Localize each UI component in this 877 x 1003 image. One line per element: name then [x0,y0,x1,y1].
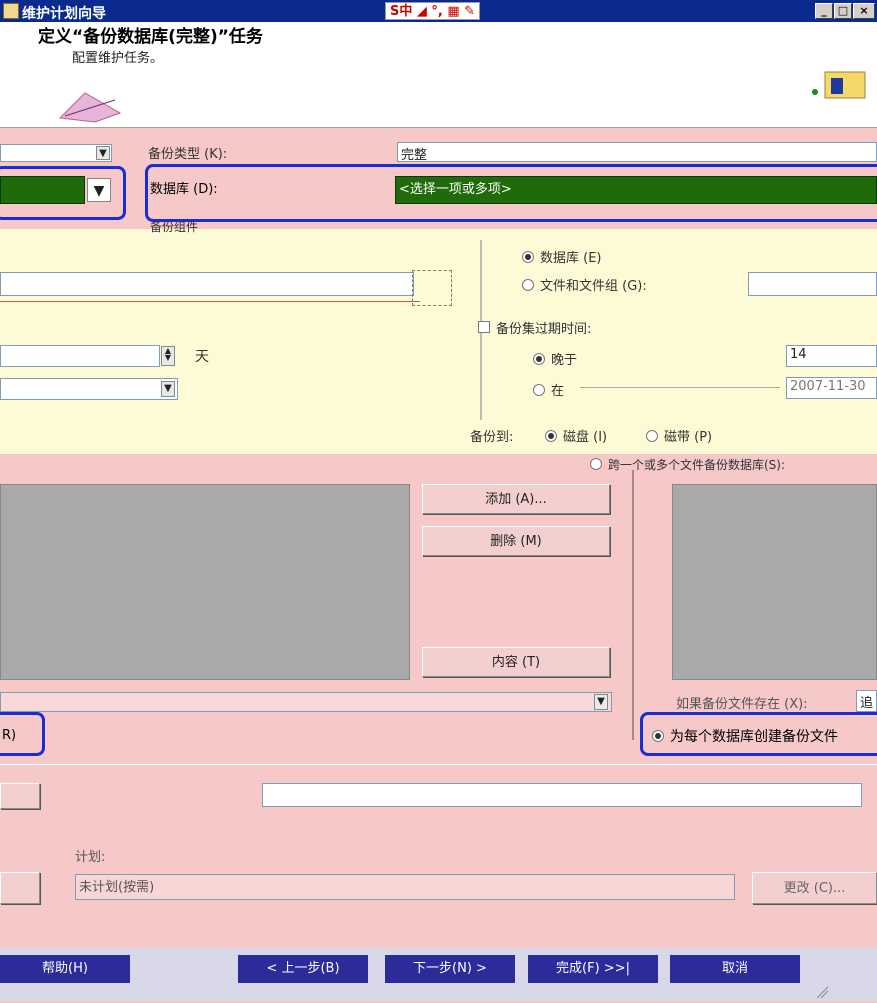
checkbox-icon [478,321,490,333]
browse-button[interactable] [412,270,452,306]
radio-icon [590,458,602,470]
group-divider [632,470,634,740]
radio-files-label: 文件和文件组 (G): [540,279,647,294]
cancel-button[interactable]: 取消 [670,955,800,983]
radio-icon [522,251,534,263]
help-button[interactable]: 帮助(H) [0,955,130,983]
radio-disk[interactable]: 磁盘 (I) [545,426,607,445]
report-path-field[interactable] [262,783,862,807]
schedule-field: 未计划(按需) [75,874,735,900]
radio-icon [545,430,557,442]
radio-on-date[interactable]: 在 [533,380,564,399]
span-radio[interactable]: 跨一个或多个文件备份数据库(S): [590,456,785,473]
backup-options-panel [0,229,877,454]
chevron-down-icon[interactable]: ▼ [594,694,608,710]
radio-database[interactable]: 数据库 (E) [522,247,602,266]
page-subtitle: 配置维护任务。 [72,51,164,66]
spinner-icon[interactable]: ▲ ▼ [161,346,175,366]
radio-database-label: 数据库 (E) [540,251,602,266]
later-than-field[interactable]: 14 [786,345,877,367]
resize-grip-icon[interactable] [815,985,829,999]
remove-button[interactable]: 删除 (M) [422,526,610,556]
finish-button[interactable]: 完成(F) >>| [528,955,658,983]
disk-label: 磁盘 (I) [563,430,608,445]
divider [0,301,420,302]
database-field[interactable]: <选择一项或多项> [395,176,877,204]
create-per-db-radio[interactable]: 为每个数据库创建备份文件 [652,726,838,746]
backup-component-label: 备份组件 [150,220,199,234]
close-button[interactable]: × [853,3,875,19]
ime-toolbar[interactable]: S中 ◢ °, ▦ ✎ [385,2,481,20]
radio-tape[interactable]: 磁带 (P) [646,426,712,445]
radio-icon [522,279,534,291]
backup-type-label: 备份类型 (K): [148,147,228,162]
server-combo[interactable] [0,176,85,204]
radio-icon [533,353,545,365]
date-field[interactable]: 2007-11-30 [786,377,877,399]
radio-icon [533,384,545,396]
radio-later-than[interactable]: 晚于 [533,349,577,368]
wizard-graphic-right [805,62,875,102]
expire-label: 备份集过期时间: [496,322,592,337]
change-schedule-button[interactable]: 更改 (C)... [752,872,877,904]
expire-checkbox[interactable]: 备份集过期时间: [478,318,591,337]
wizard-graphic-left [55,88,125,124]
if-exists-combo[interactable]: 追 [856,690,877,712]
later-than-label: 晚于 [551,353,578,368]
if-exists-label: 如果备份文件存在 (X): [676,697,808,712]
next-button[interactable]: 下一步(N) > [385,955,515,983]
schedule-label: 计划: [75,850,106,865]
chevron-down-icon[interactable]: ▼ [96,146,110,160]
radio-icon [646,430,658,442]
maximize-button[interactable]: □ [834,3,852,19]
create-per-db-label: 为每个数据库创建备份文件 [670,729,838,745]
left-edge-button[interactable] [0,872,40,904]
folder-combo[interactable] [0,692,612,712]
divider [580,387,780,388]
destination-list[interactable] [0,484,410,680]
back-button[interactable]: < 上一步(B) [238,955,368,983]
backup-type-field[interactable]: 完整 [397,142,877,162]
database-file-list[interactable] [672,484,877,680]
left-text-field[interactable] [0,272,414,296]
contents-button[interactable]: 内容 (T) [422,647,610,677]
report-button[interactable] [0,783,40,809]
on-date-label: 在 [551,384,565,399]
chevron-down-icon[interactable]: ▼ [87,178,111,202]
left-radio-label[interactable]: R) [2,728,16,743]
chevron-down-icon[interactable]: ▼ [161,381,175,397]
backup-to-label: 备份到: [470,430,514,445]
window-title: 维护计划向导 [22,6,106,22]
divider [0,764,877,765]
add-button[interactable]: 添加 (A)... [422,484,610,514]
files-field[interactable] [748,272,877,296]
radio-files[interactable]: 文件和文件组 (G): [522,275,647,294]
minimize-button[interactable]: _ [815,3,833,19]
app-icon [3,3,19,19]
page-title: 定义“备份数据库(完整)”任务 [38,27,263,47]
days-field[interactable] [0,345,160,367]
days-unit: 天 [195,349,209,365]
unit-combo[interactable] [0,378,178,400]
span-label: 跨一个或多个文件备份数据库(S): [608,458,786,472]
database-label: 数据库 (D): [150,182,218,197]
radio-icon [652,730,664,742]
tape-label: 磁带 (P) [664,430,713,445]
